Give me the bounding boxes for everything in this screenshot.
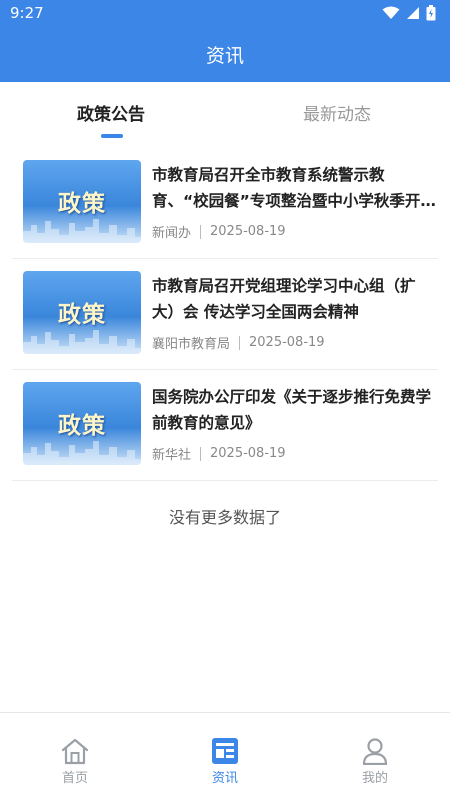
nav-me-label: 我的	[361, 771, 388, 786]
list-end-message: 没有更多数据了	[168, 508, 281, 527]
article-date: 2025-08-19	[210, 224, 286, 239]
nav-news-label: 资讯	[211, 771, 238, 786]
article-meta: 襄阳市教育局 2025-08-19	[152, 333, 325, 352]
nav-home[interactable]: 首页	[35, 737, 115, 786]
tab-indicator	[101, 134, 123, 138]
meta-divider	[200, 446, 202, 461]
article-source: 新华社	[152, 448, 192, 463]
article-list: 政策 市教育局召开全市教育系统警示教育、“校园餐”专项整治暨中小学秋季开学工作会…	[0, 148, 450, 481]
nav-me[interactable]: 我的	[335, 737, 415, 786]
list-item[interactable]: 政策 国务院办公厅印发《关于逐步推行免费学前教育的意见》 新华社 2025-08…	[12, 370, 438, 481]
article-title: 市教育局召开全市教育系统警示教育、“校园餐”专项整治暨中小学秋季开学工作会议	[152, 166, 436, 210]
article-date: 2025-08-19	[249, 335, 325, 350]
battery-icon	[426, 5, 436, 21]
list-item[interactable]: 政策 市教育局召开全市教育系统警示教育、“校园餐”专项整治暨中小学秋季开学工作会…	[12, 148, 438, 259]
city-skyline-icon	[23, 441, 141, 465]
signal-icon	[407, 7, 419, 19]
status-icons	[382, 5, 436, 21]
bottom-nav: 首页 资讯 我的	[0, 712, 450, 794]
tab-policy-notices[interactable]: 政策公告	[77, 100, 145, 125]
article-thumbnail: 政策	[23, 271, 141, 354]
status-bar: 9:27	[0, 0, 450, 26]
home-icon	[61, 738, 89, 765]
meta-divider	[239, 335, 241, 350]
tab-bar: 政策公告 最新动态	[0, 82, 450, 144]
article-title: 国务院办公厅印发《关于逐步推行免费学前教育的意见》	[152, 388, 432, 432]
article-date: 2025-08-19	[210, 446, 286, 461]
list-item[interactable]: 政策 市教育局召开党组理论学习中心组（扩大）会 传达学习全国两会精神 襄阳市教育…	[12, 259, 438, 370]
city-skyline-icon	[23, 330, 141, 354]
article-thumbnail: 政策	[23, 382, 141, 465]
meta-divider	[200, 224, 202, 239]
nav-home-label: 首页	[61, 771, 88, 786]
article-title: 市教育局召开党组理论学习中心组（扩大）会 传达学习全国两会精神	[152, 277, 416, 321]
article-meta: 新闻办 2025-08-19	[152, 222, 286, 241]
wifi-icon	[382, 6, 400, 19]
tab-latest-news[interactable]: 最新动态	[303, 100, 371, 125]
article-meta: 新华社 2025-08-19	[152, 444, 286, 463]
news-icon	[212, 738, 238, 764]
app-bar: 资讯	[0, 26, 450, 82]
page-title: 资讯	[205, 44, 244, 67]
article-source: 襄阳市教育局	[152, 337, 231, 352]
user-icon	[362, 738, 388, 765]
city-skyline-icon	[23, 219, 141, 243]
article-source: 新闻办	[152, 226, 192, 241]
article-thumbnail: 政策	[23, 160, 141, 243]
status-time: 9:27	[10, 4, 44, 22]
main-content: 政策公告 最新动态 政策 市教育局召开全市教育系统警示教育、“校园餐”专项整治暨…	[0, 82, 450, 712]
nav-news[interactable]: 资讯	[185, 737, 265, 786]
